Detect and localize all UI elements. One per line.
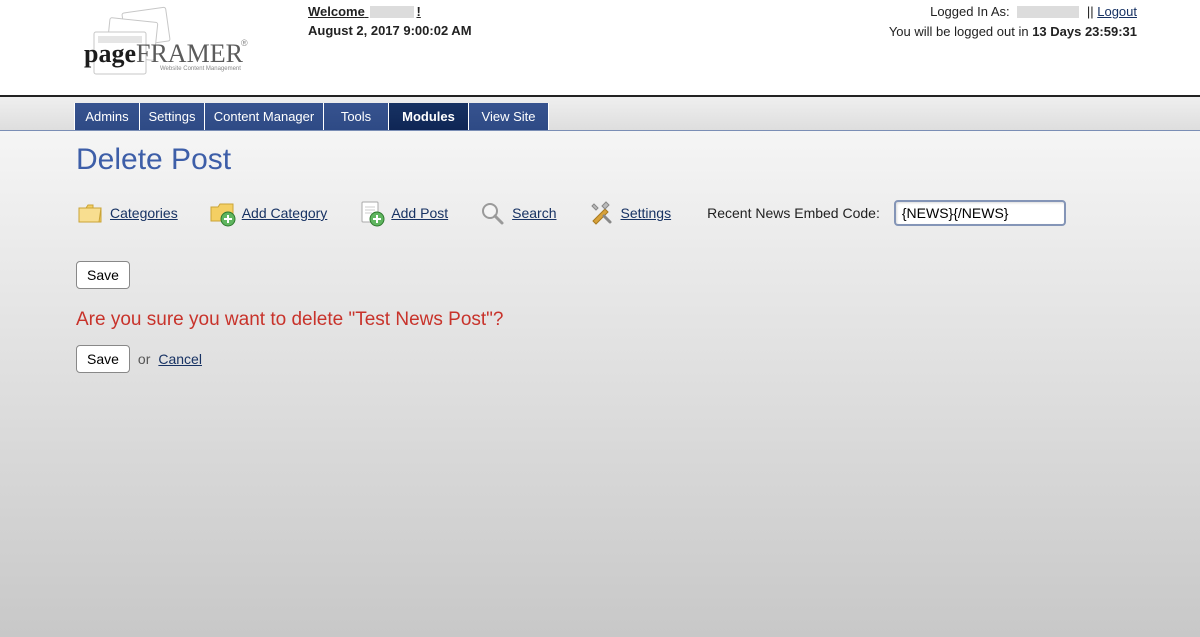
nav-modules[interactable]: Modules — [389, 103, 469, 130]
welcome-prefix: Welcome — [308, 4, 365, 19]
embed-label: Recent News Embed Code: — [707, 205, 880, 221]
logo-word-page: page — [84, 39, 136, 68]
logout-link[interactable]: Logout — [1097, 4, 1137, 19]
svg-text:®: ® — [241, 38, 248, 48]
countdown-label: You will be logged out in — [889, 24, 1032, 39]
logo-tagline: Website Content Management — [160, 66, 241, 72]
save-button-top[interactable]: Save — [76, 261, 130, 289]
logged-in-sep: || — [1087, 4, 1097, 19]
module-toolbar: Categories Add Category Add Post — [76, 199, 1200, 227]
session-block: Logged In As: || Logout You will be logg… — [889, 2, 1137, 41]
nav-tools[interactable]: Tools — [324, 103, 389, 130]
logo-graphic: pageFRAMER Website Content Management ® — [78, 6, 248, 88]
nav-settings[interactable]: Settings — [140, 103, 205, 130]
page-title: Delete Post — [76, 143, 1200, 177]
welcome-suffix: ! — [416, 4, 420, 19]
settings-link[interactable]: Settings — [621, 205, 672, 221]
tools-icon — [587, 199, 615, 227]
folder-plus-icon — [208, 199, 236, 227]
welcome-line: Welcome ! — [308, 4, 472, 19]
tool-add-category[interactable]: Add Category — [208, 199, 328, 227]
tool-add-post[interactable]: Add Post — [357, 199, 448, 227]
add-post-link[interactable]: Add Post — [391, 205, 448, 221]
welcome-block: Welcome ! August 2, 2017 9:00:02 AM — [308, 4, 472, 38]
main-nav-bar: AdminsSettingsContent ManagerToolsModule… — [0, 95, 1200, 131]
app-logo: pageFRAMER Website Content Management ® — [78, 6, 248, 91]
logo-word-framer: FRAMER — [136, 39, 244, 68]
logged-in-prefix: Logged In As: — [930, 4, 1010, 19]
tool-search[interactable]: Search — [478, 199, 556, 227]
svg-text:pageFRAMER: pageFRAMER — [84, 39, 244, 68]
delete-confirm-text: Are you sure you want to delete "Test Ne… — [76, 309, 1200, 331]
search-link[interactable]: Search — [512, 205, 556, 221]
countdown-value: 13 Days 23:59:31 — [1032, 24, 1137, 39]
nav-admins[interactable]: Admins — [74, 103, 140, 130]
cancel-link[interactable]: Cancel — [158, 351, 202, 367]
nav-content-manager[interactable]: Content Manager — [205, 103, 324, 130]
app-header: pageFRAMER Website Content Management ® … — [0, 0, 1200, 95]
save-button-bottom[interactable]: Save — [76, 345, 130, 373]
categories-link[interactable]: Categories — [110, 205, 178, 221]
welcome-username-redacted — [370, 6, 414, 18]
folder-icon — [76, 199, 104, 227]
nav-view-site[interactable]: View Site — [469, 103, 549, 130]
session-countdown: You will be logged out in 13 Days 23:59:… — [889, 22, 1137, 42]
search-icon — [478, 199, 506, 227]
or-label: or — [138, 351, 150, 367]
page-plus-icon — [357, 199, 385, 227]
tool-categories[interactable]: Categories — [76, 199, 178, 227]
main-nav: AdminsSettingsContent ManagerToolsModule… — [74, 103, 1200, 130]
embed-code-input[interactable] — [894, 200, 1066, 226]
add-category-link[interactable]: Add Category — [242, 205, 328, 221]
tool-settings[interactable]: Settings — [587, 199, 672, 227]
header-date: August 2, 2017 9:00:02 AM — [308, 23, 472, 38]
logged-in-user-redacted — [1017, 6, 1079, 18]
content-area: Delete Post Categories Add Category — [0, 131, 1200, 637]
